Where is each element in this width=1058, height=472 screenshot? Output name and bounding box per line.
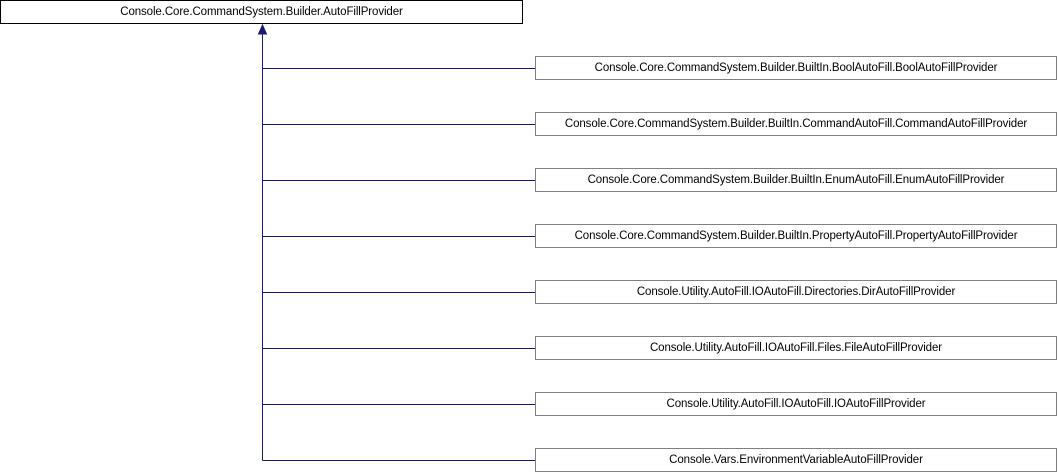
derived-class-node[interactable]: Console.Core.CommandSystem.Builder.Built… [535,168,1057,192]
derived-class-node[interactable]: Console.Utility.AutoFill.IOAutoFill.File… [535,336,1057,360]
class-inheritance-diagram: Console.Core.CommandSystem.Builder.AutoF… [0,0,1058,472]
inheritance-arrowhead [257,23,268,35]
derived-class-node[interactable]: Console.Vars.EnvironmentVariableAutoFill… [535,448,1057,472]
derived-class-node[interactable]: Console.Core.CommandSystem.Builder.Built… [535,112,1057,136]
derived-class-node[interactable]: Console.Core.CommandSystem.Builder.Built… [535,224,1057,248]
derived-class-node[interactable]: Console.Core.CommandSystem.Builder.Built… [535,56,1057,80]
derived-class-node[interactable]: Console.Utility.AutoFill.IOAutoFill.Dire… [535,280,1057,304]
derived-class-node[interactable]: Console.Utility.AutoFill.IOAutoFill.IOAu… [535,392,1057,416]
base-class-node[interactable]: Console.Core.CommandSystem.Builder.AutoF… [0,0,523,24]
